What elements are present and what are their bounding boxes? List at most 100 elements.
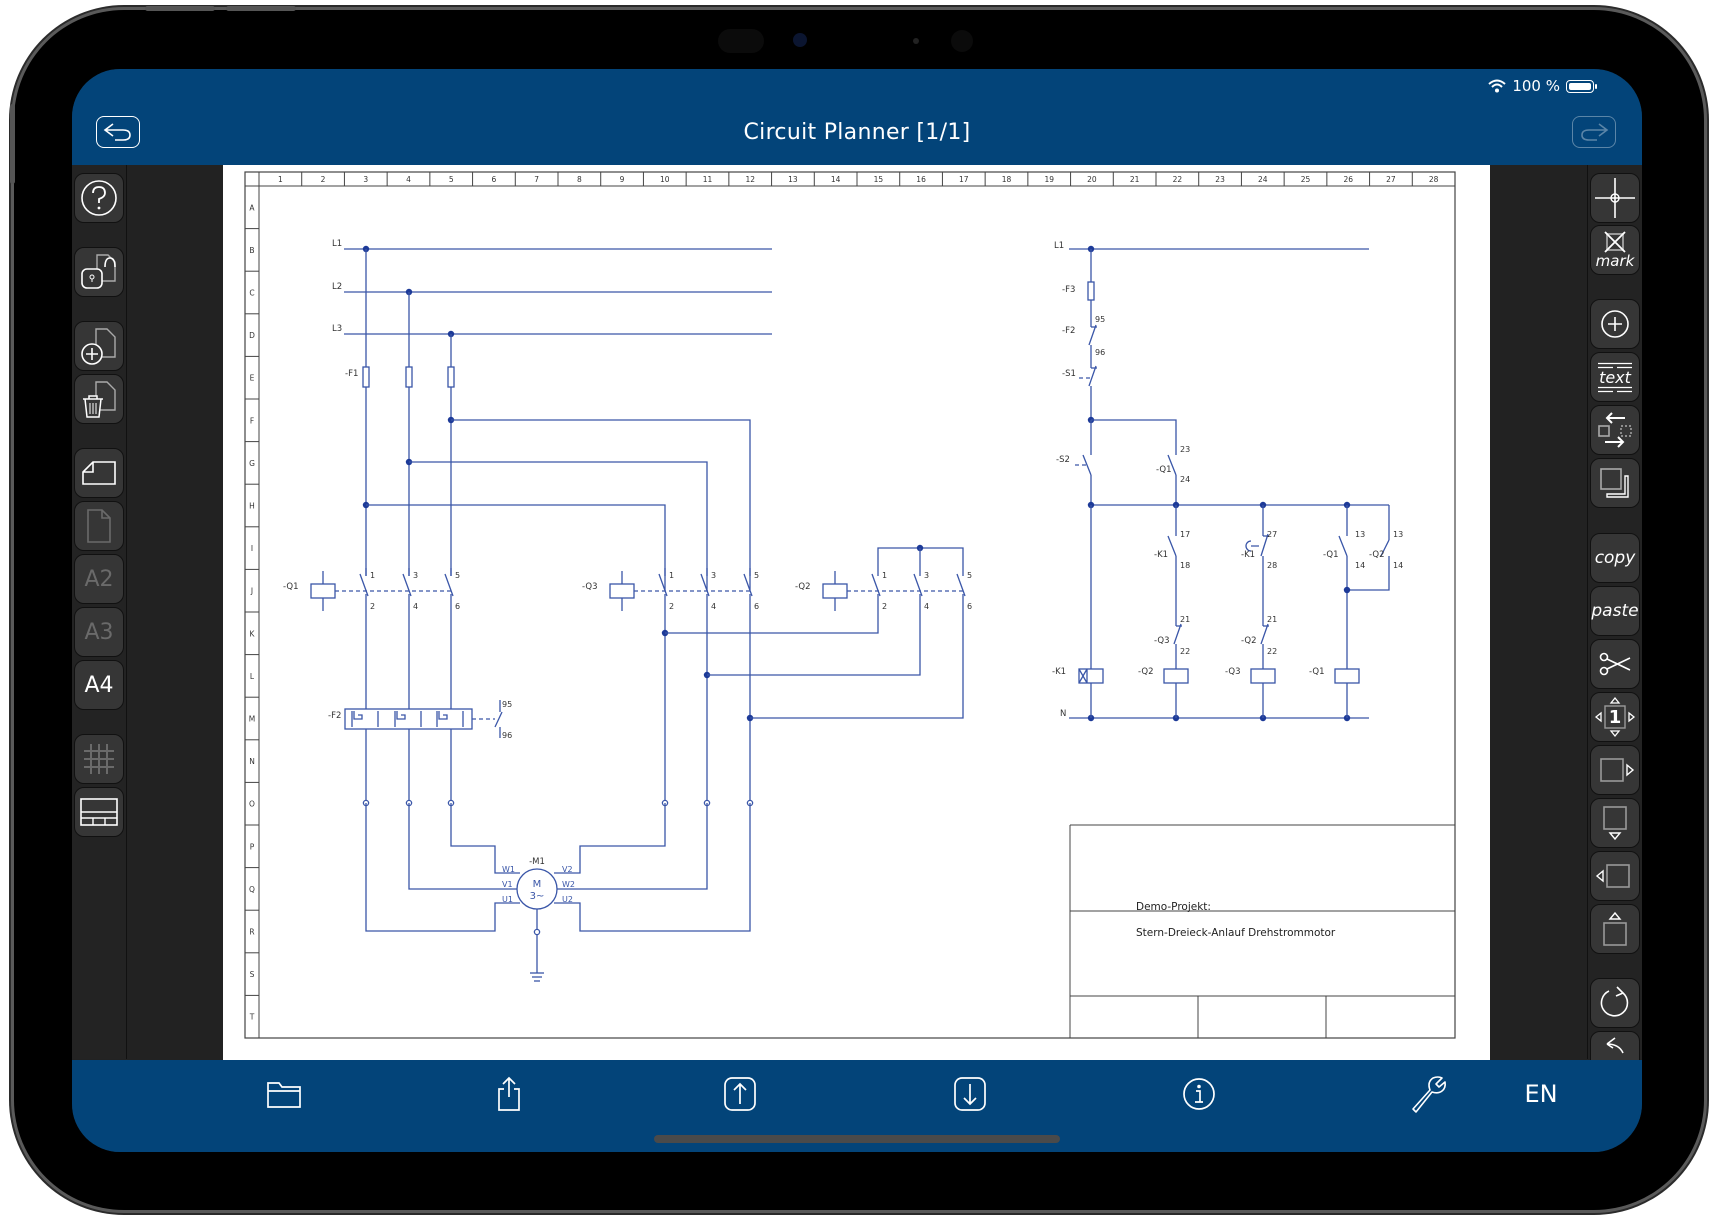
column-label: 20 [1087, 175, 1097, 184]
contactor-coil [822, 583, 848, 599]
settings-button[interactable] [1408, 1074, 1448, 1114]
row-label: O [249, 800, 255, 809]
left-margin [127, 165, 223, 1059]
column-label: 24 [1258, 175, 1268, 184]
contact-number: 5 [754, 571, 759, 580]
landscape-page-button[interactable] [74, 448, 124, 498]
row-label: S [250, 970, 255, 979]
add-page-icon [81, 328, 116, 365]
language-button[interactable]: EN [1521, 1074, 1561, 1114]
copy-button[interactable]: copy [1590, 533, 1640, 583]
fuse-symbol [447, 366, 455, 388]
control-fuse [1087, 281, 1095, 301]
wire [366, 504, 666, 590]
column-label: 25 [1301, 175, 1311, 184]
folder-icon [267, 1082, 301, 1108]
delete-page-button[interactable] [74, 374, 124, 424]
contact-number: 2 [669, 602, 674, 611]
mark-button[interactable]: mark [1590, 225, 1640, 275]
contact-number: 22 [1180, 647, 1190, 656]
number-button[interactable]: 1 [1590, 692, 1640, 742]
upload-icon [724, 1077, 756, 1111]
insert-right-button[interactable] [1590, 745, 1640, 795]
schematic-canvas[interactable]: 1 2 3 4 5 6 7 8 9 10 11 12 13 14 15 16 17 18 19 20 21 22 23 24 2… [223, 165, 1490, 1060]
nc-contact [1088, 365, 1097, 387]
column-label: 23 [1215, 175, 1225, 184]
control-label: -K1 [1154, 550, 1168, 560]
wire [1347, 556, 1390, 591]
info-icon [1183, 1078, 1215, 1110]
unlock-page-button[interactable] [74, 247, 124, 297]
portrait-page-button[interactable] [74, 501, 124, 551]
power-button [10, 104, 15, 184]
app-title: Circuit Planner [1/1] [743, 120, 971, 145]
column-label: 26 [1343, 175, 1353, 184]
scissors-icon [1599, 652, 1631, 676]
duplicate-button[interactable] [1590, 458, 1640, 508]
crosshair-button[interactable] [1590, 173, 1640, 223]
battery-icon [1566, 79, 1597, 93]
redo-button[interactable] [1572, 116, 1616, 148]
column-label: 7 [534, 175, 539, 184]
contact-number: 6 [967, 602, 972, 611]
paper-a4-button[interactable]: A4 [74, 660, 124, 710]
wire [665, 606, 879, 634]
contact-number: 2 [882, 602, 887, 611]
insert-left-icon [1595, 864, 1630, 888]
paper-a2-button[interactable]: A2 [74, 554, 124, 604]
open-folder-button[interactable] [264, 1074, 304, 1114]
column-label: 19 [1044, 175, 1054, 184]
fuse-label: -F1 [345, 369, 358, 379]
motor-label: -M1 [529, 857, 545, 867]
insert-up-button[interactable] [1590, 904, 1640, 954]
phase-label: L2 [332, 282, 342, 292]
help-button[interactable] [74, 173, 124, 223]
download-button[interactable] [950, 1074, 990, 1114]
duplicate-icon [1600, 468, 1629, 498]
control-label: -S1 [1062, 369, 1076, 379]
control-label: -Q2 [1369, 550, 1384, 560]
move-button[interactable] [1590, 405, 1640, 455]
column-label: 4 [406, 175, 411, 184]
upload-button[interactable] [720, 1074, 760, 1114]
contactor-coil [609, 583, 635, 599]
share-button[interactable] [489, 1074, 529, 1114]
insert-left-button[interactable] [1590, 851, 1640, 901]
main-contact [700, 573, 710, 597]
row-label: A [249, 203, 255, 212]
insert-up-icon [1603, 911, 1627, 946]
column-label: 10 [660, 175, 670, 184]
contactor-label: -Q1 [283, 582, 298, 592]
contact-number: 1 [370, 571, 375, 580]
camera-dot [913, 38, 919, 44]
row-label: L [250, 672, 255, 681]
status-bar: 100 % [1488, 77, 1597, 95]
rotate-button[interactable] [1590, 978, 1640, 1028]
number-label: 1 [1608, 706, 1622, 728]
text-button[interactable]: text [1590, 352, 1640, 402]
drawing-sheet[interactable]: 1 2 3 4 5 6 7 8 9 10 11 12 13 14 15 16 17 18 19 20 21 22 23 24 2… [223, 165, 1490, 1119]
title-block-button[interactable] [74, 787, 124, 837]
wire [1091, 419, 1177, 455]
insert-down-button[interactable] [1590, 798, 1640, 848]
add-element-button[interactable] [1590, 299, 1640, 349]
insert-down-icon [1603, 806, 1627, 841]
cut-button[interactable] [1590, 639, 1640, 689]
row-label: F [250, 416, 254, 425]
coil-label: -Q3 [1225, 667, 1240, 677]
info-button[interactable] [1179, 1074, 1219, 1114]
control-label: -K1 [1241, 550, 1255, 560]
control-label: -Q2 [1241, 636, 1256, 646]
contact-number: 4 [924, 602, 929, 611]
add-page-button[interactable] [74, 321, 124, 371]
help-icon [81, 180, 117, 216]
grid-button[interactable] [74, 734, 124, 784]
paper-a3-button[interactable]: A3 [74, 607, 124, 657]
paste-button[interactable]: paste [1590, 586, 1640, 636]
fuse-symbol [405, 366, 413, 388]
wire [554, 803, 666, 874]
main-contact [956, 573, 966, 597]
paste-label: paste [1591, 601, 1639, 621]
terminal [533, 928, 541, 936]
coil-label: -K1 [1052, 667, 1066, 677]
